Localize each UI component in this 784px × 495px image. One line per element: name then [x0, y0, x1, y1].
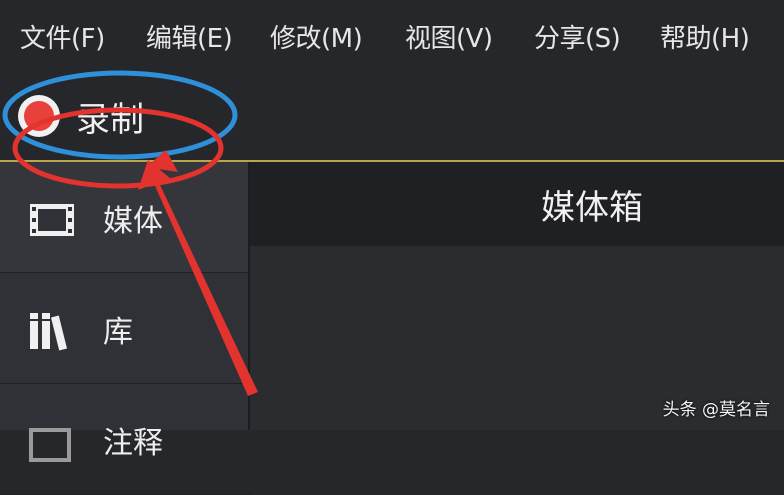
sidebar-item-annotations[interactable]: 注释 — [0, 384, 250, 495]
annotation-icon — [29, 428, 71, 462]
menu-edit[interactable]: 编辑(E) — [146, 18, 233, 55]
menu-file[interactable]: 文件(F) — [20, 18, 105, 55]
menu-view[interactable]: 视图(V) — [405, 18, 493, 55]
library-books-icon — [30, 313, 67, 351]
record-label: 录制 — [76, 99, 144, 140]
sidebar: 媒体 库 注释 — [0, 162, 250, 495]
watermark: 头条 @莫名言 — [662, 400, 770, 420]
film-icon — [30, 204, 74, 236]
sidebar-item-media[interactable]: 媒体 — [0, 162, 250, 273]
menu-share[interactable]: 分享(S) — [534, 18, 621, 55]
sidebar-item-label: 注释 — [103, 426, 163, 461]
menu-help[interactable]: 帮助(H) — [660, 18, 750, 55]
menu-modify[interactable]: 修改(M) — [270, 18, 363, 55]
record-icon — [18, 95, 60, 137]
media-bin-header: 媒体箱 — [250, 162, 784, 246]
panel-title: 媒体箱 — [541, 187, 643, 228]
sidebar-item-label: 库 — [103, 315, 133, 350]
sidebar-item-library[interactable]: 库 — [0, 273, 250, 384]
menu-bar: 文件(F) 编辑(E) 修改(M) 视图(V) 分享(S) 帮助(H) — [0, 0, 784, 74]
sidebar-item-label: 媒体 — [103, 204, 163, 239]
record-button[interactable]: 录制 — [18, 93, 144, 140]
